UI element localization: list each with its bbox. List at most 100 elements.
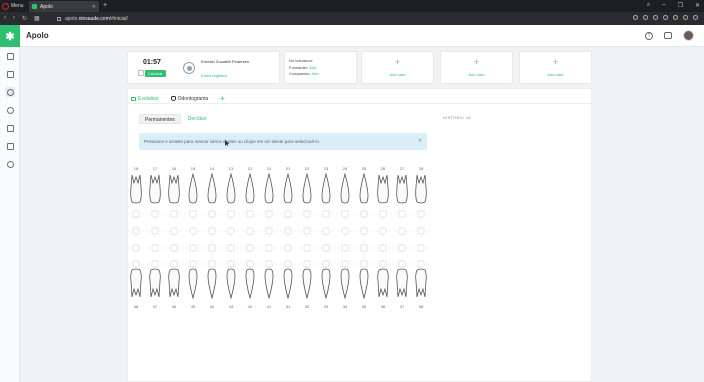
tooth-surface-18-2[interactable] — [128, 225, 144, 239]
camera-icon[interactable] — [633, 15, 638, 20]
tooth-surface-35-2[interactable] — [356, 258, 372, 272]
tab-evolution[interactable]: Evolution — [131, 96, 159, 102]
tooth-14[interactable] — [205, 173, 219, 205]
tooth-21[interactable] — [281, 173, 295, 205]
tooth-surface-28-2[interactable] — [413, 225, 429, 239]
tooth-surface-13-1[interactable] — [223, 208, 239, 222]
home-icon[interactable] — [5, 51, 15, 61]
chat-icon[interactable] — [664, 32, 672, 39]
browser-menu-button[interactable]: Menu — [2, 2, 24, 10]
tooth-surface-36-2[interactable] — [375, 258, 391, 272]
tooth-22[interactable] — [300, 173, 314, 205]
tooth-surface-41-2[interactable] — [261, 258, 277, 272]
tooth-surface-18-1[interactable] — [128, 208, 144, 222]
tooth-surface-25-1[interactable] — [356, 208, 372, 222]
tooth-11[interactable] — [262, 173, 276, 205]
tab-odontogram[interactable]: Odontograma — [170, 96, 208, 102]
tooth-surface-17-1[interactable] — [147, 208, 163, 222]
tooth-25[interactable] — [357, 173, 371, 205]
tooth-surface-34-2[interactable] — [337, 258, 353, 272]
tooth-surface-15-1[interactable] — [185, 208, 201, 222]
tooth-surface-17-2[interactable] — [147, 225, 163, 239]
minimize-icon[interactable]: – — [662, 2, 665, 9]
tooth-surface-32-1[interactable] — [299, 242, 315, 256]
tooth-15[interactable] — [186, 173, 200, 205]
tooth-surface-46-1[interactable] — [166, 242, 182, 256]
tooth-surface-35-1[interactable] — [356, 242, 372, 256]
deciduous-tab[interactable]: Decíduo — [183, 114, 212, 124]
bag-icon[interactable] — [5, 123, 15, 133]
tooth-surface-48-1[interactable] — [128, 242, 144, 256]
tooth-23[interactable] — [319, 173, 333, 205]
browser-tab[interactable]: Apolo ✕ — [29, 1, 99, 12]
send-icon[interactable] — [653, 15, 658, 20]
tooth-surface-12-2[interactable] — [242, 225, 258, 239]
close-window-icon[interactable]: ✕ — [695, 2, 700, 9]
tooth-surface-14-2[interactable] — [204, 225, 220, 239]
add-card-2[interactable]: + Add card — [440, 51, 513, 84]
tooth-surface-28-1[interactable] — [413, 208, 429, 222]
tooth-surface-26-2[interactable] — [375, 225, 391, 239]
add-card-1[interactable]: + Add card — [361, 51, 434, 84]
heart-icon[interactable] — [663, 15, 668, 20]
tooth-surface-22-2[interactable] — [299, 225, 315, 239]
calendar-icon[interactable] — [5, 69, 15, 79]
tooth-surface-44-1[interactable] — [204, 242, 220, 256]
help-icon[interactable]: ? — [645, 31, 653, 40]
tooth-surface-23-1[interactable] — [318, 208, 334, 222]
tooth-surface-24-1[interactable] — [337, 208, 353, 222]
tooth-surface-38-1[interactable] — [413, 242, 429, 256]
tooth-13[interactable] — [224, 173, 238, 205]
tooth-surface-33-1[interactable] — [318, 242, 334, 256]
tooth-27[interactable] — [395, 173, 409, 205]
tooth-surface-42-1[interactable] — [242, 242, 258, 256]
tooth-surface-32-2[interactable] — [299, 258, 315, 272]
tooth-surface-16-2[interactable] — [166, 225, 182, 239]
tooth-surface-36-1[interactable] — [375, 242, 391, 256]
back-icon[interactable]: ‹ — [4, 15, 6, 22]
tooth-28[interactable] — [414, 173, 428, 205]
tooth-surface-25-2[interactable] — [356, 225, 372, 239]
add-card-3[interactable]: + Add card — [519, 51, 592, 84]
download-icon[interactable] — [673, 15, 678, 20]
forwarder-add-link[interactable]: Add — [309, 65, 316, 70]
app-logo-icon[interactable]: ✱ — [0, 25, 20, 47]
new-tab-button[interactable]: + — [103, 2, 107, 9]
tooth-surface-34-1[interactable] — [337, 242, 353, 256]
tooth-surface-46-2[interactable] — [166, 258, 182, 272]
tooth-surface-11-2[interactable] — [261, 225, 277, 239]
forward-icon[interactable]: › — [13, 15, 15, 22]
tooth-surface-41-1[interactable] — [261, 242, 277, 256]
tooth-surface-37-1[interactable] — [394, 242, 410, 256]
tooth-surface-31-2[interactable] — [280, 258, 296, 272]
maximize-icon[interactable]: ❐ — [678, 2, 683, 9]
add-tab-button[interactable]: + — [220, 94, 225, 103]
tooth-surface-22-1[interactable] — [299, 208, 315, 222]
tooth-surface-23-2[interactable] — [318, 225, 334, 239]
tooth-surface-21-2[interactable] — [280, 225, 296, 239]
tooth-surface-13-2[interactable] — [223, 225, 239, 239]
close-icon[interactable]: ✕ — [418, 138, 422, 144]
tooth-surface-43-2[interactable] — [223, 258, 239, 272]
companion-add-link[interactable]: Add — [311, 71, 318, 76]
tooth-surface-37-2[interactable] — [394, 258, 410, 272]
tooth-18[interactable] — [129, 173, 143, 205]
tooth-surface-31-1[interactable] — [280, 242, 296, 256]
tooth-surface-16-1[interactable] — [166, 208, 182, 222]
tooth-surface-48-2[interactable] — [128, 258, 144, 272]
settings-icon[interactable] — [693, 15, 698, 20]
conclude-button[interactable]: Concluir — [145, 70, 166, 77]
tooth-surface-42-2[interactable] — [242, 258, 258, 272]
tooth-surface-38-2[interactable] — [413, 258, 429, 272]
tabs-grid-icon[interactable]: ▦ — [34, 15, 40, 22]
tooth-surface-12-1[interactable] — [242, 208, 258, 222]
tooth-surface-27-1[interactable] — [394, 208, 410, 222]
tooth-17[interactable] — [148, 173, 162, 205]
tooth-surface-47-1[interactable] — [147, 242, 163, 256]
table-icon[interactable] — [5, 141, 15, 151]
permanent-tab[interactable]: Permanentes — [139, 114, 181, 124]
gear-icon[interactable] — [5, 159, 15, 169]
stop-button[interactable] — [138, 70, 144, 76]
tooth-surface-15-2[interactable] — [185, 225, 201, 239]
tooth-26[interactable] — [376, 173, 390, 205]
